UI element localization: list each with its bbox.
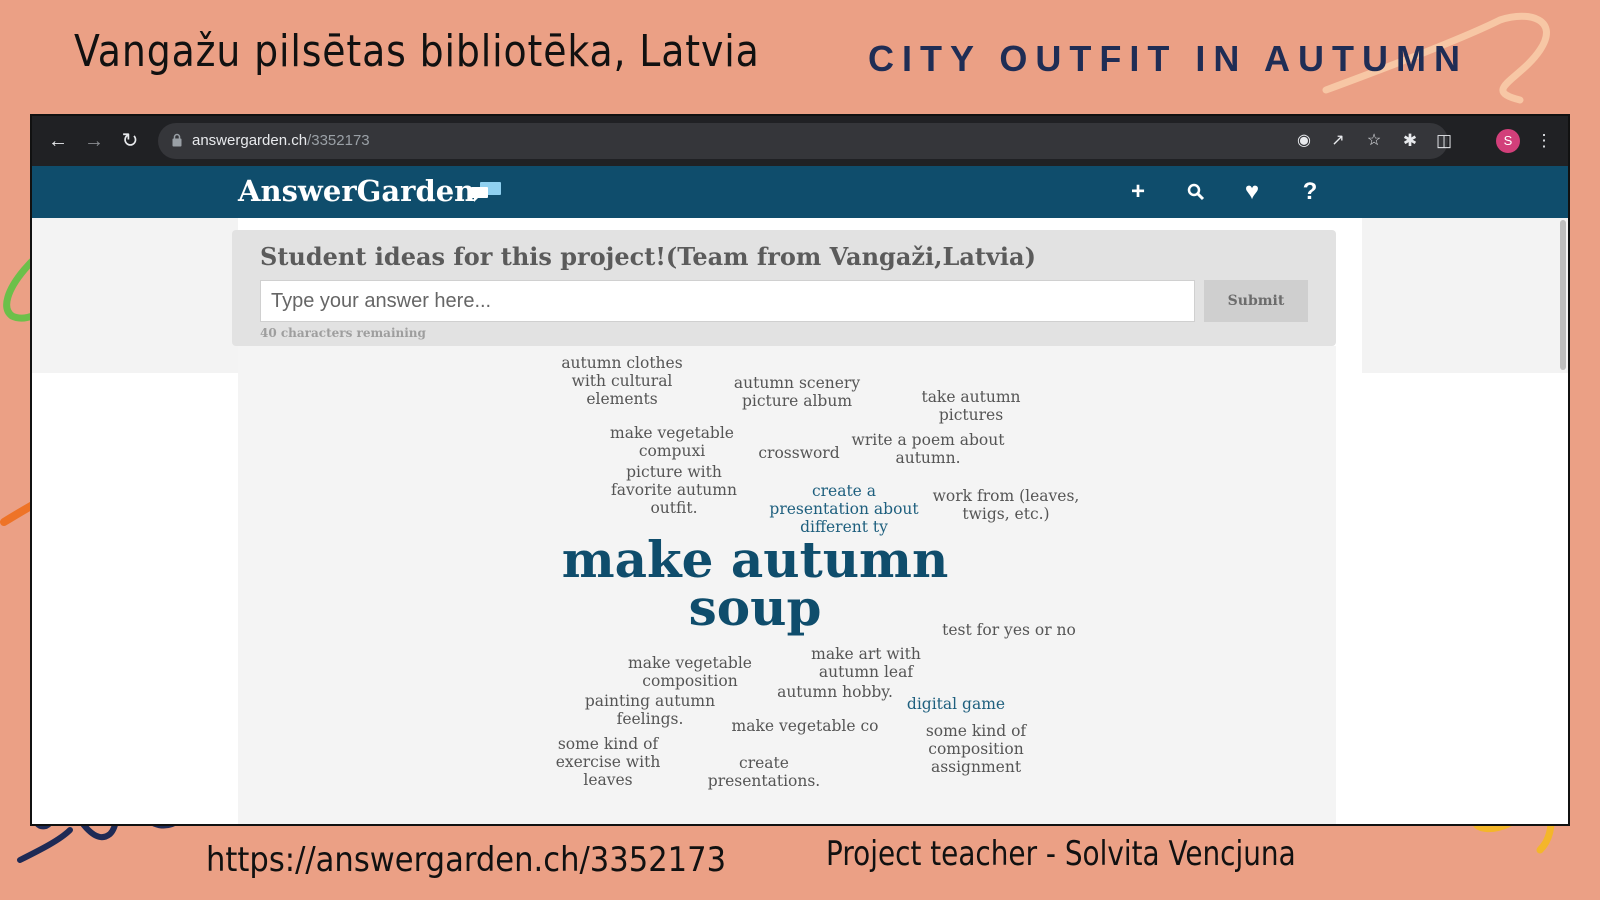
url-path: /3352173 [307,132,370,149]
add-icon[interactable]: + [1124,178,1152,206]
search-icon[interactable] [1182,178,1210,206]
side-panel-icon[interactable]: ◫ [1432,129,1456,153]
answer-word[interactable]: work from (leaves, twigs, etc.) [933,487,1080,523]
right-gutter [1362,218,1568,373]
answer-word[interactable]: take autumn pictures [921,388,1020,424]
answer-word[interactable]: test for yes or no [942,621,1076,639]
lock-icon [172,133,182,147]
slide-title-theme: CITY OUTFIT IN AUTUMN [868,38,1468,79]
url-host: answergarden.ch [192,132,308,149]
url-text[interactable]: answergarden.ch/3352173 [192,132,370,149]
browser-toolbar: ← → ↻ answergarden.ch/3352173 ◉ ↗ ☆ ✱ ◫ … [32,116,1568,166]
bookmark-star-icon[interactable]: ☆ [1364,131,1384,151]
answer-input[interactable] [260,280,1195,322]
submit-button[interactable]: Submit [1204,280,1308,322]
answer-word[interactable]: picture with favorite autumn outfit. [611,463,737,517]
answer-word[interactable]: autumn clothes with cultural elements [561,354,682,408]
help-icon[interactable]: ? [1296,178,1324,206]
extensions-icon[interactable]: ✱ [1398,129,1422,153]
scrollbar[interactable] [1560,220,1566,370]
share-icon[interactable]: ↗ [1328,131,1348,151]
characters-remaining: 40 characters remaining [260,326,426,340]
more-menu-icon[interactable]: ⋮ [1532,129,1556,153]
address-bar[interactable]: answergarden.ch/3352173 ◉ ↗ ☆ [158,123,1448,159]
forward-arrow-icon[interactable]: → [82,129,106,153]
question-panel: Student ideas for this project!(Team fro… [232,230,1336,346]
answer-word[interactable]: painting autumn feelings. [585,692,715,728]
answer-word[interactable]: digital game [907,695,1005,713]
page-content: Student ideas for this project!(Team fro… [32,218,1568,824]
heart-icon[interactable]: ♥ [1238,178,1266,206]
answer-word[interactable]: create presentations. [708,754,820,790]
answer-word[interactable]: autumn hobby. [777,683,893,701]
footer-url: https://answergarden.ch/3352173 [206,840,727,880]
slide-title-library: Vangažu pilsētas bibliotēka, Latvia [74,26,760,77]
answer-word[interactable]: create a presentation about different ty [769,482,918,536]
footer-teacher: Project teacher - Solvita Vencjuna [826,834,1296,874]
answer-word[interactable]: make art with autumn leaf [811,645,921,681]
reload-icon[interactable]: ↻ [118,129,142,153]
answer-word[interactable]: make vegetable compuxi [610,424,734,460]
profile-avatar[interactable]: S [1496,129,1520,153]
answer-word[interactable]: crossword [758,444,839,462]
speech-bubbles-logo-icon [471,182,501,202]
back-arrow-icon[interactable]: ← [46,129,70,153]
browser-window: ← → ↻ answergarden.ch/3352173 ◉ ↗ ☆ ✱ ◫ … [30,114,1570,826]
answer-word[interactable]: some kind of exercise with leaves [556,735,661,789]
answer-word[interactable]: make vegetable co [732,717,879,735]
left-gutter [32,218,238,373]
answer-word[interactable]: make vegetable composition [628,654,752,690]
answer-word[interactable]: some kind of composition assignment [926,722,1026,776]
site-header: AnswerGarden + ♥ ? [32,166,1568,218]
answer-word-top[interactable]: make autumn soup [562,535,949,633]
question-title: Student ideas for this project!(Team fro… [260,242,1036,271]
answer-word[interactable]: write a poem about autumn. [852,431,1005,467]
answer-cloud: autumn clothes with cultural elements autu… [238,346,1336,824]
site-logo[interactable]: AnswerGarden [238,174,475,208]
answer-word[interactable]: autumn scenery picture album [734,374,860,410]
cookie-blocked-icon[interactable]: ◉ [1294,131,1314,151]
